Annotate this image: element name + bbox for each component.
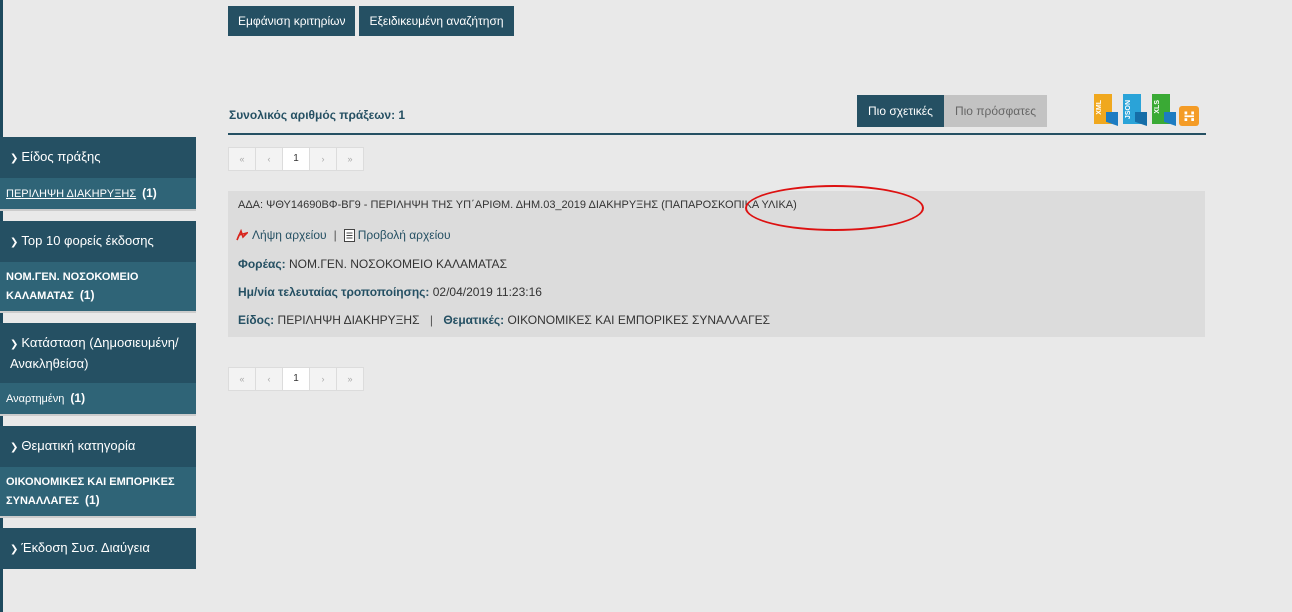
chevron-down-icon: ❯ xyxy=(10,442,19,453)
result-title-tail: (ΠΑΠΑΡΟΣΚΟΠΙΚΑ ΥΛΙΚΑ) xyxy=(661,199,797,211)
facet-title: Κατάσταση (Δημοσιευμένη/ Ανακληθείσα) xyxy=(10,335,179,371)
pager-first-button[interactable]: « xyxy=(228,147,256,171)
facet-body: Αναρτημένη (1) xyxy=(0,383,196,416)
result-item: ΑΔΑ: ΨΘΥ14690ΒΦ-ΒΓ9 - ΠΕΡΙΛΗΨΗ ΤΗΣ ΥΠ΄ΑΡ… xyxy=(228,185,1205,337)
pdf-icon xyxy=(236,229,248,241)
pager-page-button[interactable]: 1 xyxy=(282,367,310,391)
facet-act-type: ❯ Είδος πράξης ΠΕΡΙΛΗΨΗ ΔΙΑΚΗΡΥΞΗΣ (1) xyxy=(0,137,196,211)
result-type-topics: Είδος: ΠΕΡΙΛΗΨΗ ΔΙΑΚΗΡΥΞΗΣ | Θεματικές: … xyxy=(238,313,770,327)
result-organization: Φορέας: ΝΟΜ.ΓΕΝ. ΝΟΣΟΚΟΜΕΙΟ ΚΑΛΑΜΑΤΑΣ xyxy=(238,257,507,271)
top-button-group: Εμφάνιση κριτηρίων Εξειδικευμένη αναζήτη… xyxy=(228,6,514,36)
export-label: JSON xyxy=(1125,100,1132,120)
facet-item-count: (1) xyxy=(142,186,157,200)
facet-title: Έκδοση Συσ. Διαύγεια xyxy=(21,540,150,555)
facet-body: ΝΟΜ.ΓΕΝ. ΝΟΣΟΚΟΜΕΙΟ ΚΑΛΑΜΑΤΑΣ (1) xyxy=(0,262,196,313)
result-links: Λήψη αρχείου | Προβολή αρχείου xyxy=(236,228,451,242)
view-file-link[interactable]: Προβολή αρχείου xyxy=(343,228,451,242)
chevron-down-icon: ❯ xyxy=(10,339,19,350)
pager-page-button[interactable]: 1 xyxy=(282,147,310,171)
facet-item-link[interactable]: Αναρτημένη xyxy=(6,393,64,405)
facet-header[interactable]: ❯ Top 10 φορείς έκδοσης xyxy=(0,221,196,262)
pagination-top: « ‹ 1 › » xyxy=(228,147,364,171)
chevron-down-icon: ❯ xyxy=(10,153,19,164)
xls-file-icon[interactable]: XLS xyxy=(1150,94,1176,128)
results-divider xyxy=(228,133,1206,135)
facet-thematic: ❯ Θεματική κατηγορία ΟΙΚΟΝΟΜΙΚΕΣ ΚΑΙ ΕΜΠΟ… xyxy=(0,426,196,518)
facet-item-count: (1) xyxy=(85,493,100,507)
facet-title: Είδος πράξης xyxy=(21,149,101,164)
facet-header[interactable]: ❯ Έκδοση Συσ. Διαύγεια xyxy=(0,528,196,569)
pager-prev-button[interactable]: ‹ xyxy=(255,367,283,391)
download-file-label: Λήψη αρχείου xyxy=(252,228,327,242)
pagination-bottom: « ‹ 1 › » xyxy=(228,367,364,391)
topics-value: ΟΙΚΟΝΟΜΙΚΕΣ ΚΑΙ ΕΜΠΟΡΙΚΕΣ ΣΥΝΑΛΛΑΓΕΣ xyxy=(507,313,771,327)
advanced-search-button[interactable]: Εξειδικευμένη αναζήτηση xyxy=(359,6,514,36)
facet-header[interactable]: ❯ Είδος πράξης xyxy=(0,137,196,178)
meta-separator: | xyxy=(429,313,433,327)
show-criteria-button[interactable]: Εμφάνιση κριτηρίων xyxy=(228,6,356,36)
topics-label: Θεματικές: xyxy=(443,313,505,327)
pager-prev-button[interactable]: ‹ xyxy=(255,147,283,171)
facet-item-link[interactable]: ΠΕΡΙΛΗΨΗ ΔΙΑΚΗΡΥΞΗΣ xyxy=(6,188,136,200)
result-modified: Ημ/νία τελευταίας τροποποίησης: 02/04/20… xyxy=(238,285,542,299)
xml-file-icon[interactable]: XML xyxy=(1092,94,1118,128)
modified-label: Ημ/νία τελευταίας τροποποίησης: xyxy=(238,285,430,299)
export-label: XLS xyxy=(1154,100,1161,114)
sort-toggle: Πιο σχετικές Πιο πρόσφατες xyxy=(857,95,1048,127)
rss-glyph: ∺ xyxy=(1183,108,1196,125)
pager-next-button[interactable]: › xyxy=(309,367,337,391)
pager-last-button[interactable]: » xyxy=(336,147,364,171)
sort-recent-button[interactable]: Πιο πρόσφατες xyxy=(943,95,1048,127)
type-value: ΠΕΡΙΛΗΨΗ ΔΙΑΚΗΡΥΞΗΣ xyxy=(277,313,420,327)
facet-title: Top 10 φορείς έκδοσης xyxy=(21,233,154,248)
organization-value: ΝΟΜ.ΓΕΝ. ΝΟΣΟΚΟΜΕΙΟ ΚΑΛΑΜΑΤΑΣ xyxy=(288,257,507,271)
export-label: XML xyxy=(1096,100,1103,115)
export-icons: XML JSON XLS ∺ xyxy=(1092,94,1199,128)
document-icon xyxy=(343,228,355,242)
facet-header[interactable]: ❯ Κατάσταση (Δημοσιευμένη/ Ανακληθείσα) xyxy=(0,323,196,383)
rss-icon[interactable]: ∺ xyxy=(1179,106,1199,126)
facet-top-orgs: ❯ Top 10 φορείς έκδοσης ΝΟΜ.ΓΕΝ. ΝΟΣΟΚΟΜΕ… xyxy=(0,221,196,313)
facet-header[interactable]: ❯ Θεματική κατηγορία xyxy=(0,426,196,467)
view-file-label: Προβολή αρχείου xyxy=(357,228,451,242)
facet-item-link[interactable]: ΝΟΜ.ΓΕΝ. ΝΟΣΟΚΟΜΕΙΟ ΚΑΛΑΜΑΤΑΣ xyxy=(6,271,139,302)
facet-item-count: (1) xyxy=(79,288,95,302)
json-file-icon[interactable]: JSON xyxy=(1121,94,1147,128)
result-title-main: ΑΔΑ: ΨΘΥ14690ΒΦ-ΒΓ9 - ΠΕΡΙΛΗΨΗ ΤΗΣ ΥΠ΄ΑΡ… xyxy=(238,199,662,211)
facet-body: ΟΙΚΟΝΟΜΙΚΕΣ ΚΑΙ ΕΜΠΟΡΙΚΕΣ ΣΥΝΑΛΛΑΓΕΣ (1) xyxy=(0,467,196,518)
facet-item-count: (1) xyxy=(70,391,86,405)
pager-last-button[interactable]: » xyxy=(336,367,364,391)
facet-sidebar: ❯ Είδος πράξης ΠΕΡΙΛΗΨΗ ΔΙΑΚΗΡΥΞΗΣ (1) ❯ To… xyxy=(0,137,196,579)
chevron-down-icon: ❯ xyxy=(10,544,19,555)
pager-first-button[interactable]: « xyxy=(228,367,256,391)
facet-status: ❯ Κατάσταση (Δημοσιευμένη/ Ανακληθείσα) Α… xyxy=(0,323,196,416)
sort-relevant-button[interactable]: Πιο σχετικές xyxy=(857,95,944,127)
pager-next-button[interactable]: › xyxy=(309,147,337,171)
modified-value: 02/04/2019 11:23:16 xyxy=(432,285,542,299)
download-file-link[interactable]: Λήψη αρχείου xyxy=(236,228,327,242)
facet-title: Θεματική κατηγορία xyxy=(21,438,136,453)
result-title[interactable]: ΑΔΑ: ΨΘΥ14690ΒΦ-ΒΓ9 - ΠΕΡΙΛΗΨΗ ΤΗΣ ΥΠ΄ΑΡ… xyxy=(238,199,797,211)
facet-body: ΠΕΡΙΛΗΨΗ ΔΙΑΚΗΡΥΞΗΣ (1) xyxy=(0,178,196,211)
type-label: Είδος: xyxy=(238,313,275,327)
total-count-label: Συνολικός αριθμός πράξεων: 1 xyxy=(229,108,406,122)
chevron-down-icon: ❯ xyxy=(10,237,19,248)
link-separator: | xyxy=(333,228,337,242)
facet-org-edition: ❯ Έκδοση Συσ. Διαύγεια xyxy=(0,528,196,569)
organization-label: Φορέας: xyxy=(238,257,286,271)
